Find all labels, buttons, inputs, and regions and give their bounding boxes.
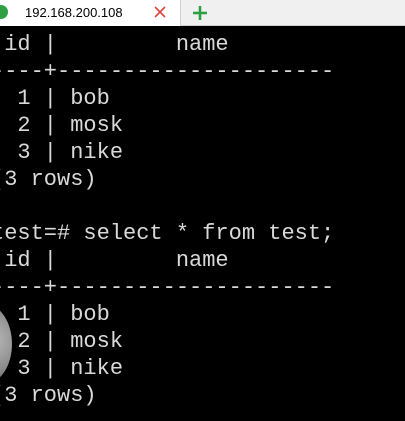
row-count: (3 rows) bbox=[0, 167, 97, 192]
result-row: 2 | mosk bbox=[0, 329, 124, 354]
result-row: 3 | nike bbox=[0, 356, 124, 381]
result-separator: ----+--------------------- bbox=[0, 59, 335, 84]
result-separator: ----+--------------------- bbox=[0, 275, 335, 300]
result-row: 2 | mosk bbox=[0, 113, 124, 138]
result-row: 1 | bob bbox=[0, 86, 110, 111]
terminal-output[interactable]: id | name ----+--------------------- 1 |… bbox=[0, 26, 405, 421]
tab-title: 192.168.200.108 bbox=[25, 5, 123, 20]
close-icon[interactable] bbox=[151, 3, 169, 21]
result-header: id | name bbox=[0, 32, 229, 57]
result-header: id | name bbox=[0, 248, 229, 273]
connection-status-icon bbox=[0, 5, 8, 19]
sql-prompt-command: test=# select * from test; bbox=[0, 221, 335, 246]
session-tab[interactable]: 192.168.200.108 bbox=[0, 0, 181, 26]
plus-icon[interactable] bbox=[190, 3, 210, 23]
result-row: 1 | bob bbox=[0, 302, 110, 327]
tab-bar: 192.168.200.108 bbox=[0, 0, 405, 26]
result-row: 3 | nike bbox=[0, 140, 124, 165]
row-count: (3 rows) bbox=[0, 383, 97, 408]
